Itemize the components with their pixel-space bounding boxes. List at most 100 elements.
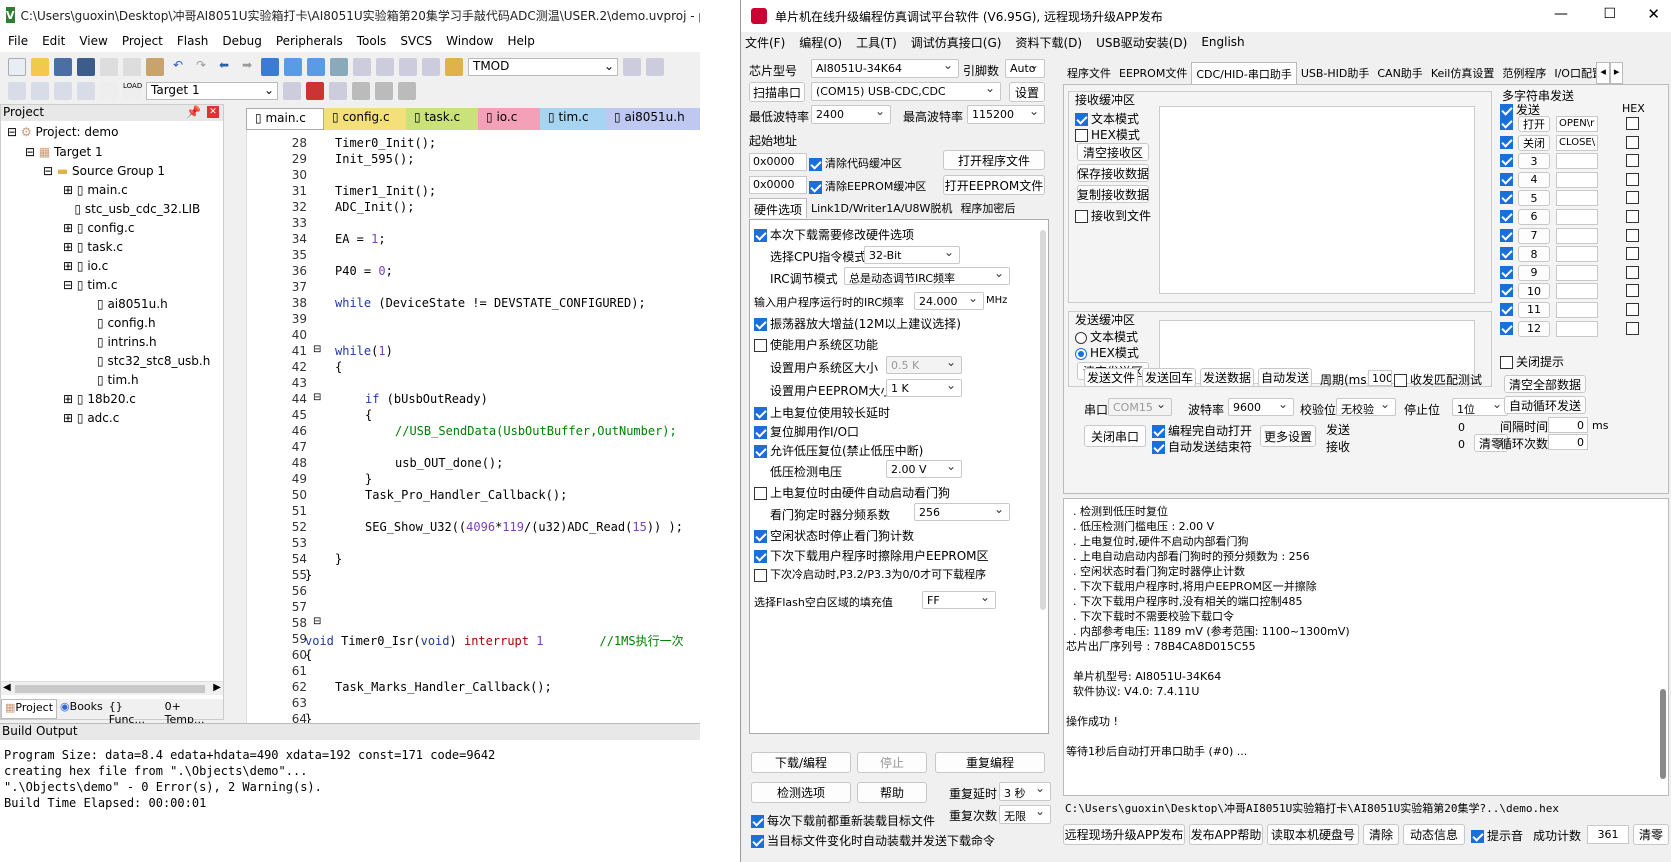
tab-usb-hid[interactable]: USB-HID助手 bbox=[1297, 62, 1374, 84]
row-string-input[interactable] bbox=[1556, 264, 1598, 281]
tree-file[interactable]: ⊞ ▯ io.c bbox=[63, 259, 108, 273]
fold-marker-icon[interactable]: ⊟ bbox=[313, 616, 321, 627]
row-enable-checkbox[interactable] bbox=[1500, 209, 1513, 223]
tab-offline[interactable]: Link1D/Writer1A/U8W脱机 bbox=[807, 198, 956, 218]
indent-icon[interactable] bbox=[353, 58, 371, 76]
fold-marker-icon[interactable]: ⊟ bbox=[313, 344, 321, 355]
target-combo[interactable]: Target 1 ⌄ bbox=[146, 82, 278, 100]
new-file-icon[interactable] bbox=[8, 58, 26, 76]
tree-file[interactable]: ▯ stc_usb_cdc_32.LIB bbox=[63, 202, 200, 216]
tree-header-file[interactable]: ▯ stc32_stc8_usb.h bbox=[97, 354, 210, 368]
row-string-input[interactable] bbox=[1556, 171, 1598, 188]
rx-text-mode-checkbox[interactable]: 文本模式 bbox=[1075, 110, 1139, 127]
lvr-checkbox[interactable]: 允许低压复位(禁止低压中断) bbox=[754, 442, 923, 459]
loop-count-input[interactable]: 0 bbox=[1548, 434, 1588, 450]
erase-eeprom-checkbox[interactable]: 下次下载用户程序时擦除用户EEPROM区 bbox=[754, 547, 989, 564]
pack-installer-icon[interactable] bbox=[375, 82, 393, 100]
close-icon[interactable]: ✕ bbox=[207, 106, 219, 118]
scroll-thumb[interactable] bbox=[15, 685, 205, 693]
save-all-icon[interactable] bbox=[77, 58, 95, 76]
row-string-input[interactable] bbox=[1556, 246, 1598, 263]
serial-port-select[interactable]: COM15 bbox=[1108, 398, 1172, 416]
read-disk-id-button[interactable]: 读取本机硬盘号 bbox=[1267, 824, 1359, 845]
tab-can[interactable]: CAN助手 bbox=[1373, 62, 1426, 84]
period-input[interactable]: 100 bbox=[1368, 370, 1392, 386]
row-string-input[interactable] bbox=[1556, 283, 1598, 300]
scroll-right-icon[interactable]: ▶ bbox=[213, 682, 221, 693]
tree-file[interactable]: ⊞ ▯ task.c bbox=[63, 240, 123, 254]
flash-fill-select[interactable]: FF bbox=[922, 591, 996, 609]
copy-icon[interactable] bbox=[123, 58, 141, 76]
row-enable-checkbox[interactable] bbox=[1500, 265, 1513, 279]
chip-model-select[interactable]: AI8051U-34K64 bbox=[811, 59, 959, 78]
save-icon[interactable] bbox=[54, 58, 72, 76]
menu-debug[interactable]: Debug bbox=[222, 34, 261, 48]
beep-checkbox[interactable]: 提示音 bbox=[1471, 827, 1523, 844]
send-file-button[interactable]: 发送文件 bbox=[1084, 368, 1138, 387]
tab-keil-debug[interactable]: Keil仿真设置 bbox=[1427, 62, 1499, 84]
row-enable-checkbox[interactable] bbox=[1500, 172, 1513, 186]
tab-program-file[interactable]: 程序文件 bbox=[1063, 62, 1115, 84]
wdt-auto-checkbox[interactable]: 上电复位时由硬件自动启动看门狗 bbox=[754, 484, 950, 501]
row-string-input[interactable] bbox=[1556, 320, 1598, 337]
tmod-combo[interactable]: TMOD ⌄ bbox=[468, 58, 618, 76]
tab-encrypt[interactable]: 程序加密后 bbox=[956, 198, 1019, 218]
scroll-left-icon[interactable]: ◀ bbox=[3, 682, 11, 693]
code-address-input[interactable]: 0x0000 bbox=[749, 153, 807, 171]
clear-eeprom-checkbox[interactable]: 清除EEPROM缓冲区 bbox=[809, 178, 926, 194]
reprogram-button[interactable]: 重复编程 bbox=[935, 752, 1045, 773]
tab-scroll-right-icon[interactable]: ▸ bbox=[1609, 62, 1624, 84]
tab-io-config[interactable]: I/O口配置 bbox=[1550, 62, 1596, 84]
menu-peripherals[interactable]: Peripherals bbox=[276, 34, 343, 48]
bookmark-clear-icon[interactable] bbox=[330, 58, 348, 76]
row-enable-checkbox[interactable] bbox=[1500, 284, 1513, 298]
row-send-button[interactable]: 4 bbox=[1518, 171, 1550, 188]
row-string-input[interactable] bbox=[1556, 227, 1598, 244]
parity-select[interactable]: 无校验 bbox=[1336, 398, 1396, 416]
dynamic-info-button[interactable]: 动态信息 bbox=[1403, 824, 1465, 845]
tab-serial-assistant[interactable]: CDC/HID-串口助手 bbox=[1191, 62, 1297, 84]
row-send-button[interactable]: 3 bbox=[1518, 153, 1550, 170]
row-send-button[interactable]: 关闭 bbox=[1518, 134, 1550, 151]
row-hex-checkbox[interactable] bbox=[1626, 284, 1639, 298]
send-cr-button[interactable]: 发送回车 bbox=[1142, 368, 1196, 387]
row-hex-checkbox[interactable] bbox=[1626, 209, 1639, 223]
rx-to-file-checkbox[interactable]: 接收到文件 bbox=[1075, 207, 1151, 224]
menu-tools[interactable]: Tools bbox=[357, 34, 387, 48]
tab-books[interactable]: ◉Books bbox=[57, 699, 106, 719]
translate-icon[interactable] bbox=[8, 82, 26, 100]
check-options-button[interactable]: 检测选项 bbox=[751, 782, 851, 803]
row-hex-checkbox[interactable] bbox=[1626, 191, 1639, 205]
menu-flash[interactable]: Flash bbox=[177, 34, 208, 48]
tab-hw-options[interactable]: 硬件选项 bbox=[749, 198, 808, 218]
row-enable-checkbox[interactable] bbox=[1500, 228, 1513, 242]
clear-all-button[interactable]: 清空全部数据 bbox=[1504, 375, 1586, 393]
tree-header-file[interactable]: ▯ intrins.h bbox=[97, 335, 157, 349]
bookmark-icon[interactable] bbox=[261, 58, 279, 76]
tab-task-c[interactable]: ▯ task.c bbox=[406, 108, 478, 130]
row-send-button[interactable]: 5 bbox=[1518, 190, 1550, 207]
open-eeprom-file-button[interactable]: 打开EEPROM文件 bbox=[943, 175, 1045, 195]
tx-text-mode-radio[interactable]: 文本模式 bbox=[1075, 328, 1138, 345]
row-string-input[interactable]: CLOSE\ bbox=[1556, 134, 1598, 151]
tree-file[interactable]: ⊞ ▯ 18b20.c bbox=[63, 392, 136, 406]
tree-file[interactable]: ⊟ ▯ tim.c bbox=[63, 278, 117, 292]
scan-port-button[interactable]: 扫描串口 bbox=[749, 82, 805, 102]
row-hex-checkbox[interactable] bbox=[1626, 172, 1639, 186]
row-send-button[interactable]: 8 bbox=[1518, 246, 1550, 263]
redo-icon[interactable]: ↷ bbox=[192, 58, 210, 76]
eeprom-address-input[interactable]: 0x0000 bbox=[749, 176, 807, 194]
clear-code-checkbox[interactable]: 清除代码缓冲区 bbox=[809, 155, 902, 171]
tree-group[interactable]: ⊟ ▬ Source Group 1 bbox=[43, 164, 165, 178]
rx-hex-mode-checkbox[interactable]: HEX模式 bbox=[1075, 126, 1140, 143]
manage-components-icon[interactable] bbox=[306, 82, 324, 100]
isp-menu-program[interactable]: 编程(O) bbox=[799, 34, 842, 51]
settings-button[interactable]: 设置 bbox=[1009, 82, 1045, 102]
tree-file[interactable]: ⊞ ▯ config.c bbox=[63, 221, 134, 235]
bookmark-prev-icon[interactable] bbox=[284, 58, 302, 76]
batch-build-icon[interactable] bbox=[77, 82, 95, 100]
sys-area-checkbox[interactable]: 使能用户系统区功能 bbox=[754, 336, 878, 353]
match-test-checkbox[interactable]: 收发匹配测试 bbox=[1394, 371, 1482, 388]
wdt-div-select[interactable]: 256 bbox=[914, 503, 1010, 521]
row-hex-checkbox[interactable] bbox=[1626, 117, 1639, 130]
